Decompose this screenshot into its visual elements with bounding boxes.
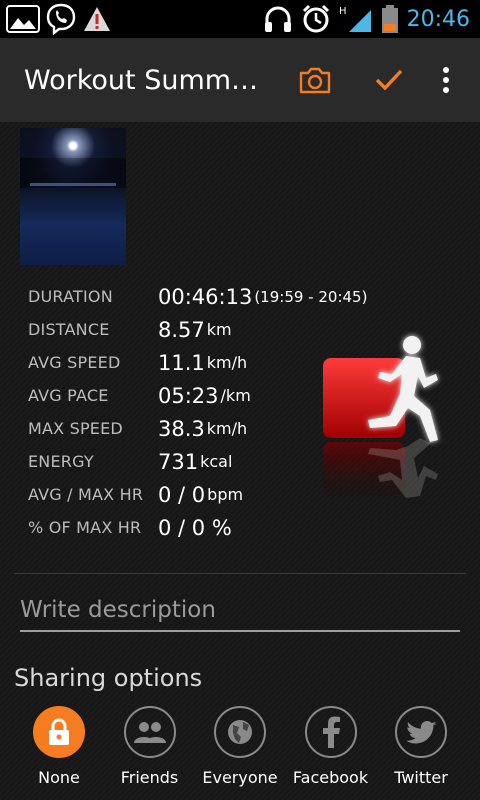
stat-duration: DURATION 00:46:13 (19:59 - 20:45) xyxy=(28,280,388,313)
stat-value: 0 / 0 % xyxy=(158,515,232,540)
stat-label: % OF MAX HR xyxy=(28,518,142,537)
stat-value: 05:23 xyxy=(158,383,219,408)
stat-unit: /km xyxy=(220,386,251,405)
lock-icon xyxy=(33,706,85,758)
photo-road xyxy=(30,183,116,186)
stat-label: MAX SPEED xyxy=(28,419,123,438)
divider xyxy=(14,573,466,574)
description-input[interactable]: Write description xyxy=(20,590,460,632)
camera-button[interactable] xyxy=(278,38,352,122)
stat-unit: km/h xyxy=(206,419,248,438)
share-option-twitter[interactable]: Twitter xyxy=(376,706,466,796)
signal-icon: H xyxy=(339,4,373,34)
battery-icon xyxy=(381,4,399,34)
more-icon xyxy=(442,66,450,94)
stat-value: 731 xyxy=(158,449,199,474)
share-option-facebook[interactable]: Facebook xyxy=(286,706,376,796)
stat-time-range: (19:59 - 20:45) xyxy=(254,287,368,306)
share-option-label: Twitter xyxy=(394,768,448,787)
status-bar: H 20:46 xyxy=(0,0,480,38)
stat-unit: bpm xyxy=(207,485,244,504)
description-placeholder: Write description xyxy=(20,597,216,623)
stat-value: 11.1 xyxy=(158,350,205,375)
gallery-icon xyxy=(6,4,40,34)
stat-label: ENERGY xyxy=(28,452,94,471)
stat-label: DISTANCE xyxy=(28,320,110,339)
stat-unit: km xyxy=(206,320,232,339)
page-title: Workout Summ… xyxy=(24,64,259,96)
friends-icon xyxy=(123,706,176,758)
stat-label: DURATION xyxy=(28,287,113,306)
twitter-icon xyxy=(395,706,447,758)
viber-icon xyxy=(46,3,76,35)
stat-label: AVG / MAX HR xyxy=(28,485,144,504)
share-option-label: Everyone xyxy=(202,768,278,787)
check-icon xyxy=(374,68,404,92)
workout-photo-thumbnail[interactable] xyxy=(20,128,126,265)
alarm-icon xyxy=(301,4,331,34)
stat-value: 38.3 xyxy=(158,416,205,441)
save-button[interactable] xyxy=(352,38,426,122)
warning-icon xyxy=(82,5,112,33)
share-option-label: Facebook xyxy=(292,768,369,787)
stat-label: AVG PACE xyxy=(28,386,109,405)
network-type: H xyxy=(339,6,347,17)
running-sport-icon xyxy=(320,330,450,520)
stat-label: AVG SPEED xyxy=(28,353,121,372)
stat-unit: kcal xyxy=(200,452,233,471)
status-time: 20:46 xyxy=(406,6,470,32)
facebook-icon xyxy=(304,706,357,758)
stat-unit: km/h xyxy=(206,353,248,372)
share-option-label: None xyxy=(38,768,80,787)
globe-icon xyxy=(214,706,266,758)
sharing-options: None Friends Everyone Facebook Twitter xyxy=(14,706,466,796)
share-option-everyone[interactable]: Everyone xyxy=(195,706,285,796)
stat-value: 0 / 0 xyxy=(158,482,206,507)
headphones-icon xyxy=(263,5,293,33)
overflow-menu-button[interactable] xyxy=(426,38,466,122)
share-option-none[interactable]: None xyxy=(14,706,104,796)
stat-value: 8.57 xyxy=(158,317,205,342)
stat-value: 00:46:13 xyxy=(158,284,253,309)
share-option-friends[interactable]: Friends xyxy=(105,706,195,796)
share-option-label: Friends xyxy=(120,768,179,787)
camera-icon xyxy=(298,66,332,94)
app-bar: Workout Summ… xyxy=(0,38,480,122)
sharing-options-heading: Sharing options xyxy=(14,664,203,692)
